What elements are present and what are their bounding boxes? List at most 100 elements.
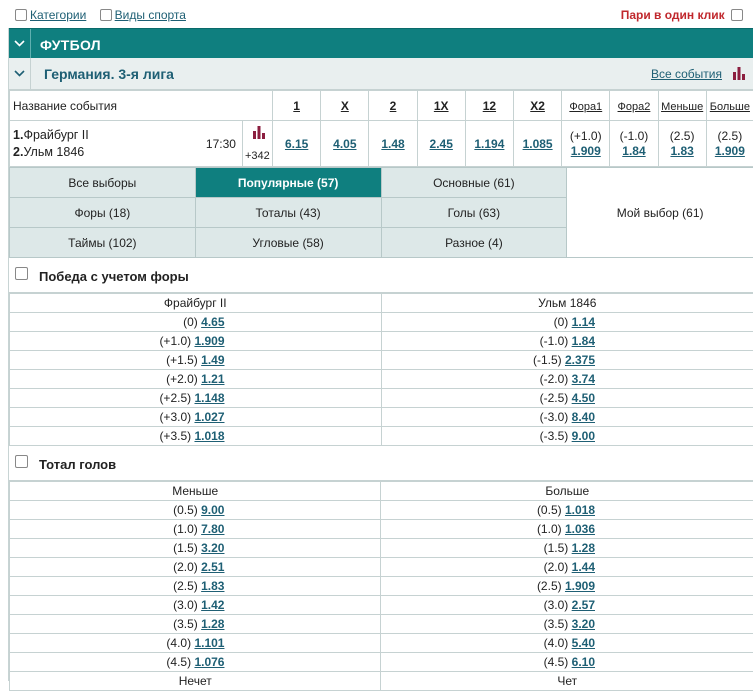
odds-value[interactable]: 1.018	[565, 503, 595, 517]
categories-filter[interactable]: Категории	[15, 8, 90, 22]
header-2-label[interactable]: 2	[390, 99, 397, 113]
odds-value[interactable]: 1.909	[565, 579, 595, 593]
one-click-checkbox[interactable]	[731, 9, 743, 21]
sport-collapse-toggle[interactable]	[9, 29, 31, 59]
odds-value[interactable]: 4.65	[201, 315, 224, 329]
fora2-value[interactable]: 1.84	[622, 144, 645, 158]
tab-corners[interactable]: Угловые (58)	[195, 228, 381, 258]
odd-12-value[interactable]: 1.194	[474, 137, 504, 151]
odd-1x[interactable]: 2.45	[417, 121, 465, 167]
more-markets-count[interactable]: +342	[245, 150, 270, 162]
odds-cell-left[interactable]: (+2.0) 1.21	[10, 370, 382, 389]
odds-value[interactable]: 1.909	[194, 334, 224, 348]
odd-x[interactable]: 4.05	[321, 121, 369, 167]
odd-12[interactable]: 1.194	[465, 121, 513, 167]
tab-my-choice[interactable]: Мой выбор (61)	[567, 168, 753, 258]
sport-types-checkbox[interactable]	[100, 9, 112, 21]
categories-checkbox[interactable]	[15, 9, 27, 21]
header-x[interactable]: X	[321, 91, 369, 121]
header-fora2-label[interactable]: Фора2	[618, 101, 651, 113]
odds-cell-right[interactable]: (4.0) 5.40	[381, 634, 753, 653]
odds-value[interactable]: 1.84	[572, 334, 595, 348]
odds-value[interactable]: 1.148	[194, 391, 224, 405]
tab-halves[interactable]: Таймы (102)	[10, 228, 196, 258]
odds-value[interactable]: 1.42	[201, 598, 224, 612]
header-over[interactable]: Больше	[706, 91, 753, 121]
odd-fora1[interactable]: (+1.0) 1.909	[562, 121, 610, 167]
odds-value[interactable]: 8.40	[572, 410, 595, 424]
event-teams[interactable]: 1.Фрайбург II 2.Ульм 1846 17:30	[10, 121, 243, 167]
odds-value[interactable]: 5.40	[572, 636, 595, 650]
odds-cell-right[interactable]: (-2.5) 4.50	[381, 389, 753, 408]
odds-cell-left[interactable]: (+1.5) 1.49	[10, 351, 382, 370]
odds-cell-right[interactable]: (3.0) 2.57	[381, 596, 753, 615]
league-header[interactable]: Германия. 3-я лига Все события	[9, 58, 753, 90]
header-1x[interactable]: 1X	[417, 91, 465, 121]
sport-types-filter[interactable]: Виды спорта	[100, 8, 186, 22]
categories-link[interactable]: Категории	[30, 8, 86, 22]
event-stats-cell[interactable]: +342	[242, 121, 272, 167]
header-12-label[interactable]: 12	[483, 99, 496, 113]
all-events-link[interactable]: Все события	[651, 67, 722, 81]
odds-cell-left[interactable]: (3.0) 1.42	[10, 596, 381, 615]
odd-fora2[interactable]: (-1.0) 1.84	[610, 121, 658, 167]
odds-cell-left[interactable]: (2.5) 1.83	[10, 577, 381, 596]
odds-cell-left[interactable]: (+2.5) 1.148	[10, 389, 382, 408]
totals-checkbox[interactable]	[15, 455, 28, 468]
odds-cell-left[interactable]: (4.5) 1.076	[10, 653, 381, 672]
header-under-label[interactable]: Меньше	[661, 101, 703, 113]
header-under[interactable]: Меньше	[658, 91, 706, 121]
odds-value[interactable]: 1.83	[201, 579, 224, 593]
odds-value[interactable]: 1.49	[201, 353, 224, 367]
header-fora1-label[interactable]: Фора1	[569, 101, 602, 113]
odds-cell-right[interactable]: (2.0) 1.44	[381, 558, 753, 577]
odds-cell-right[interactable]: (-2.0) 3.74	[381, 370, 753, 389]
league-collapse-toggle[interactable]	[9, 58, 31, 90]
odds-value[interactable]: 9.00	[572, 429, 595, 443]
odds-value[interactable]: 2.375	[565, 353, 595, 367]
odds-value[interactable]: 6.10	[572, 655, 595, 669]
odds-value[interactable]: 1.076	[194, 655, 224, 669]
tab-totals[interactable]: Тоталы (43)	[195, 198, 381, 228]
odds-cell-left[interactable]: (4.0) 1.101	[10, 634, 381, 653]
tab-handicaps[interactable]: Форы (18)	[10, 198, 196, 228]
odds-cell-left[interactable]: (2.0) 2.51	[10, 558, 381, 577]
odds-value[interactable]: 2.57	[572, 598, 595, 612]
odds-value[interactable]: 3.20	[572, 617, 595, 631]
header-x-label[interactable]: X	[341, 99, 349, 113]
tab-main[interactable]: Основные (61)	[381, 168, 567, 198]
header-fora2[interactable]: Фора2	[610, 91, 658, 121]
header-1[interactable]: 1	[273, 91, 321, 121]
odds-value[interactable]: 3.74	[572, 372, 595, 386]
odds-cell-left[interactable]: (3.5) 1.28	[10, 615, 381, 634]
odds-cell-right[interactable]: (-1.5) 2.375	[381, 351, 753, 370]
odd-1[interactable]: 6.15	[273, 121, 321, 167]
stats-bars-icon[interactable]	[733, 66, 745, 80]
tab-goals[interactable]: Голы (63)	[381, 198, 567, 228]
odds-cell-right[interactable]: (-3.0) 8.40	[381, 408, 753, 427]
tab-misc[interactable]: Разное (4)	[381, 228, 567, 258]
odds-value[interactable]: 1.101	[194, 636, 224, 650]
odds-value[interactable]: 1.28	[572, 541, 595, 555]
odd-x2-value[interactable]: 1.085	[523, 137, 553, 151]
odds-cell-left[interactable]: (0) 4.65	[10, 313, 382, 332]
odds-cell-right[interactable]: (-1.0) 1.84	[381, 332, 753, 351]
odds-value[interactable]: 1.14	[572, 315, 595, 329]
header-over-label[interactable]: Больше	[710, 101, 750, 113]
odds-value[interactable]: 7.80	[201, 522, 224, 536]
odds-value[interactable]: 1.44	[572, 560, 595, 574]
stats-bars-icon[interactable]	[253, 126, 265, 139]
header-fora1[interactable]: Фора1	[562, 91, 610, 121]
over-value[interactable]: 1.909	[715, 144, 745, 158]
odds-cell-left[interactable]: (1.0) 7.80	[10, 520, 381, 539]
odds-value[interactable]: 3.20	[201, 541, 224, 555]
sport-header[interactable]: ФУТБОЛ	[9, 28, 753, 58]
odd-2-value[interactable]: 1.48	[381, 137, 404, 151]
odds-value[interactable]: 1.027	[194, 410, 224, 424]
odds-cell-right[interactable]: (2.5) 1.909	[381, 577, 753, 596]
odds-cell-left[interactable]: (+1.0) 1.909	[10, 332, 382, 351]
odds-value[interactable]: 1.018	[194, 429, 224, 443]
header-12[interactable]: 12	[465, 91, 513, 121]
header-1-label[interactable]: 1	[293, 99, 300, 113]
odds-cell-left[interactable]: (0.5) 9.00	[10, 501, 381, 520]
